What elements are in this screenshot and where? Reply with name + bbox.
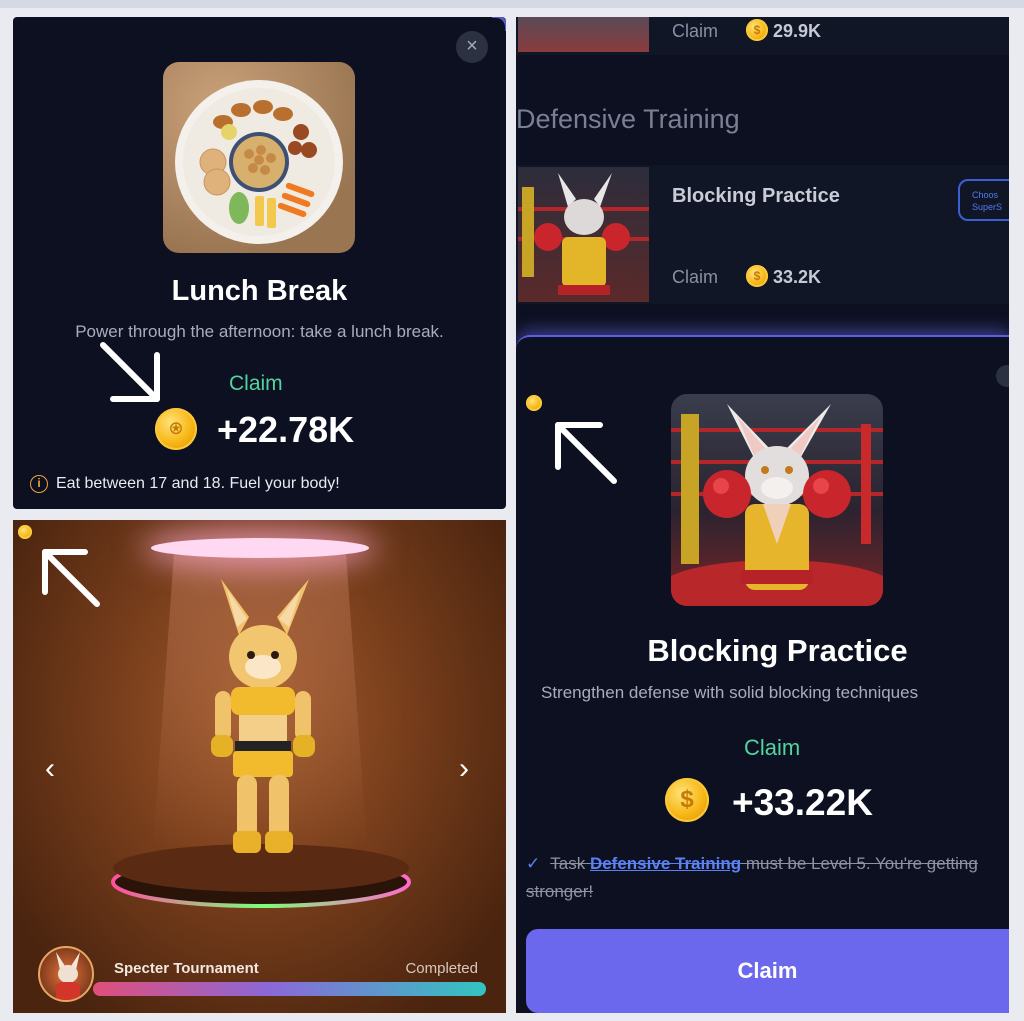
arrow-down-right-icon: [100, 342, 160, 402]
choose-line-1: Choos: [972, 190, 999, 200]
lunch-title: Lunch Break: [171, 275, 348, 307]
task-card-title: Blocking Practice: [672, 185, 840, 207]
section-title: Defensive Training: [516, 104, 740, 134]
task-panel: Claim $ 29.9K Defensive Training Blockin…: [516, 17, 1009, 1013]
task-thumbnail: [518, 167, 649, 302]
choose-superstar-button[interactable]: Choos SuperS: [958, 179, 1009, 221]
blocking-practice-image: [671, 394, 883, 606]
task-requirement: ✓ Task Defensive Training must be Level 5…: [526, 850, 1006, 906]
coin-icon: [18, 525, 32, 539]
rabbit-fighter-character: [211, 579, 315, 853]
coin-icon: ⍟: [155, 408, 197, 450]
previous-character-button[interactable]: ‹: [45, 752, 55, 786]
lunch-break-card: × Lunch Break Power through the afternoo…: [13, 17, 506, 509]
task-amount: 29.9K: [773, 21, 822, 41]
chevron-right-icon: ›: [459, 752, 469, 785]
coin-icon: $: [665, 778, 709, 822]
next-character-button[interactable]: ›: [459, 752, 469, 786]
task-amount: 33.2K: [773, 267, 822, 287]
sheet-title: Blocking Practice: [647, 633, 908, 668]
task-detail-sheet: Blocking Practice Strengthen defense wit…: [516, 335, 1009, 1013]
chevron-left-icon: ‹: [45, 752, 55, 785]
choose-line-2: SuperS: [972, 202, 1003, 212]
coin-icon: $: [746, 19, 768, 41]
task-thumbnail: [518, 17, 649, 52]
lunch-plate-image: [163, 62, 355, 253]
task-prefix: Task: [550, 854, 586, 873]
tournament-progress-bar: [93, 982, 486, 996]
tournament-avatar: [38, 946, 94, 1002]
tournament-status: Completed: [405, 960, 478, 977]
close-button[interactable]: ×: [456, 31, 488, 63]
task-row[interactable]: Claim $ 29.9K: [516, 17, 1009, 55]
arrow-up-left-icon: [42, 549, 100, 607]
sheet-description: Strengthen defense with solid blocking t…: [541, 683, 919, 702]
card-edge-glow: [492, 17, 506, 31]
task-card-blocking[interactable]: Blocking Practice Choos SuperS Claim $ 3…: [516, 165, 1009, 304]
claim-label[interactable]: Claim: [744, 735, 800, 761]
info-note: i Eat between 17 and 18. Fuel your body!: [30, 475, 340, 493]
claim-button[interactable]: Claim: [526, 929, 1009, 1013]
reward-amount: +22.78K: [217, 409, 355, 450]
claim-label[interactable]: Claim: [229, 372, 283, 396]
coin-icon: [526, 395, 542, 411]
close-button[interactable]: [996, 365, 1009, 387]
top-border: [0, 0, 1024, 8]
reward-amount: +33.22K: [732, 782, 873, 823]
tournament-name: Specter Tournament: [114, 960, 259, 977]
info-text: Eat between 17 and 18. Fuel your body!: [56, 475, 340, 492]
ceiling-light: [151, 538, 369, 558]
info-icon: i: [30, 475, 48, 493]
arrow-up-left-icon: [555, 422, 617, 484]
task-claim-label: Claim: [672, 21, 719, 41]
checkmark-icon: ✓: [526, 854, 541, 873]
character-showcase: ‹ › Specter Tournament Completed: [13, 520, 506, 1013]
task-claim-label: Claim: [672, 267, 719, 287]
coin-icon: $: [746, 265, 768, 287]
close-icon: ×: [466, 35, 478, 57]
task-link[interactable]: Defensive Training: [590, 854, 741, 873]
lunch-description: Power through the afternoon: take a lunc…: [75, 322, 444, 341]
